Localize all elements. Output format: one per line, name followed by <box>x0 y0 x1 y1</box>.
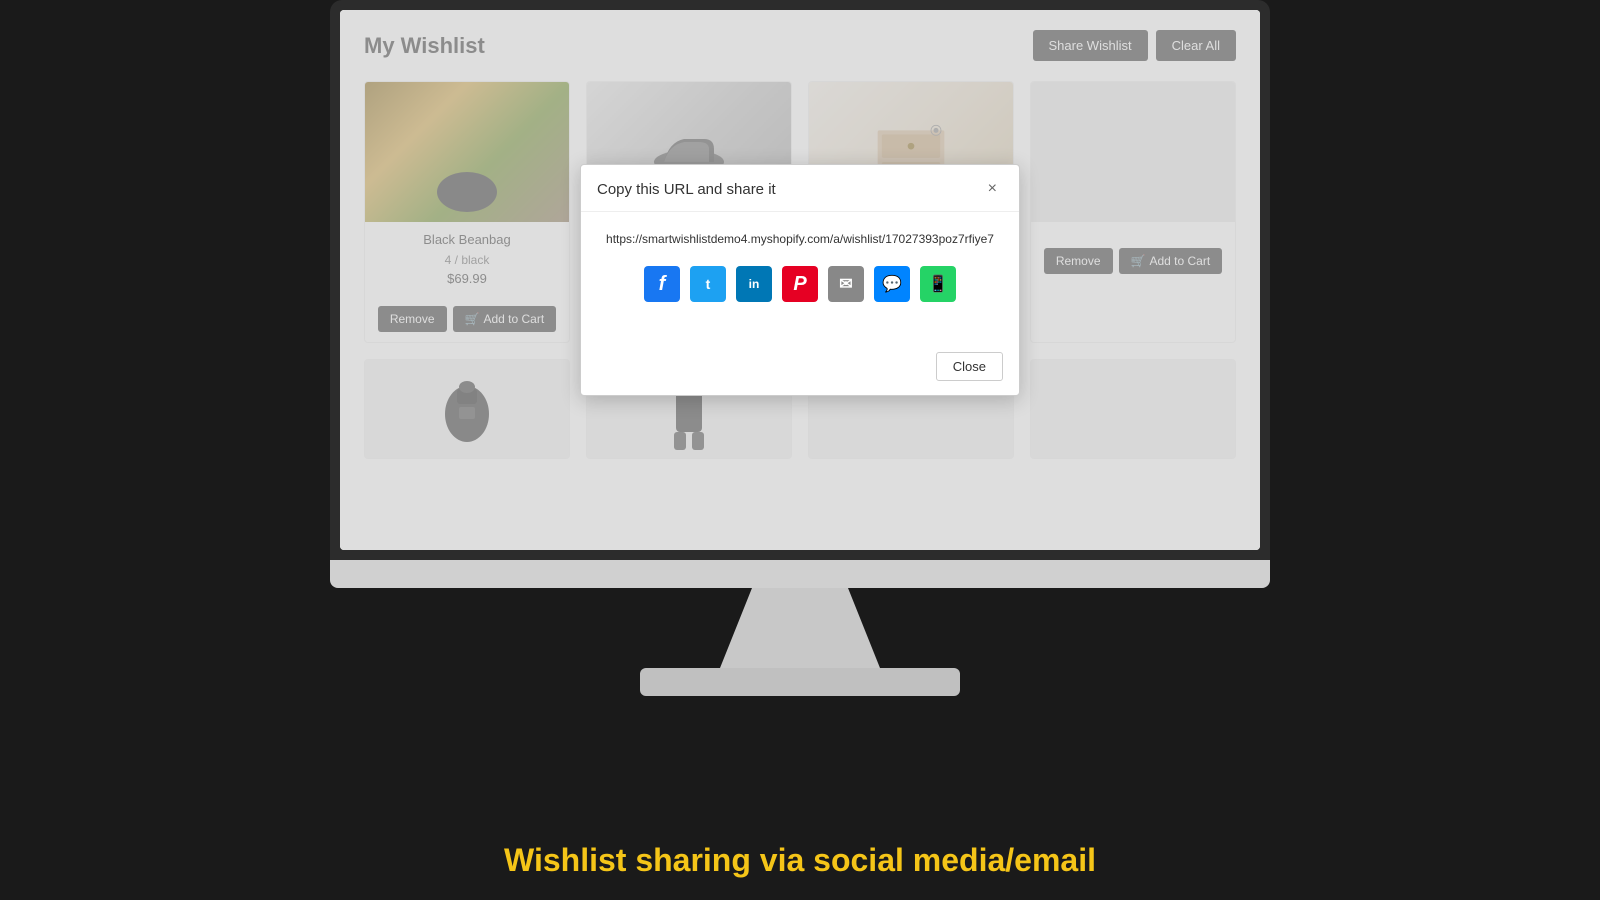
twitter-icon: t <box>706 276 711 292</box>
pinterest-icon: P <box>793 273 806 296</box>
whatsapp-icon: 📱 <box>928 274 948 294</box>
modal-header: Copy this URL and share it × <box>581 165 1019 212</box>
banner-text: Wishlist sharing via social media/email <box>504 842 1096 879</box>
twitter-share-button[interactable]: t <box>690 266 726 302</box>
email-icon: ✉ <box>839 274 852 294</box>
whatsapp-share-button[interactable]: 📱 <box>920 266 956 302</box>
monitor-base <box>640 668 960 696</box>
linkedin-icon: in <box>749 277 760 291</box>
modal-close-x-button[interactable]: × <box>982 179 1003 199</box>
monitor-chin <box>330 560 1270 588</box>
messenger-share-button[interactable]: 💬 <box>874 266 910 302</box>
modal-overlay: Copy this URL and share it × https://sma… <box>340 10 1260 550</box>
pinterest-share-button[interactable]: P <box>782 266 818 302</box>
linkedin-share-button[interactable]: in <box>736 266 772 302</box>
modal-footer: Close <box>581 342 1019 395</box>
modal-title: Copy this URL and share it <box>597 181 776 198</box>
social-icons-row: f t in P <box>597 266 1003 302</box>
monitor-neck <box>720 588 880 668</box>
facebook-share-button[interactable]: f <box>644 266 680 302</box>
email-share-button[interactable]: ✉ <box>828 266 864 302</box>
messenger-icon: 💬 <box>882 274 902 294</box>
share-modal: Copy this URL and share it × https://sma… <box>580 164 1020 396</box>
facebook-icon: f <box>659 273 666 296</box>
bottom-banner: Wishlist sharing via social media/email <box>0 820 1600 900</box>
modal-body: https://smartwishlistdemo4.myshopify.com… <box>581 212 1019 342</box>
share-url: https://smartwishlistdemo4.myshopify.com… <box>597 232 1003 246</box>
modal-close-button[interactable]: Close <box>936 352 1003 381</box>
